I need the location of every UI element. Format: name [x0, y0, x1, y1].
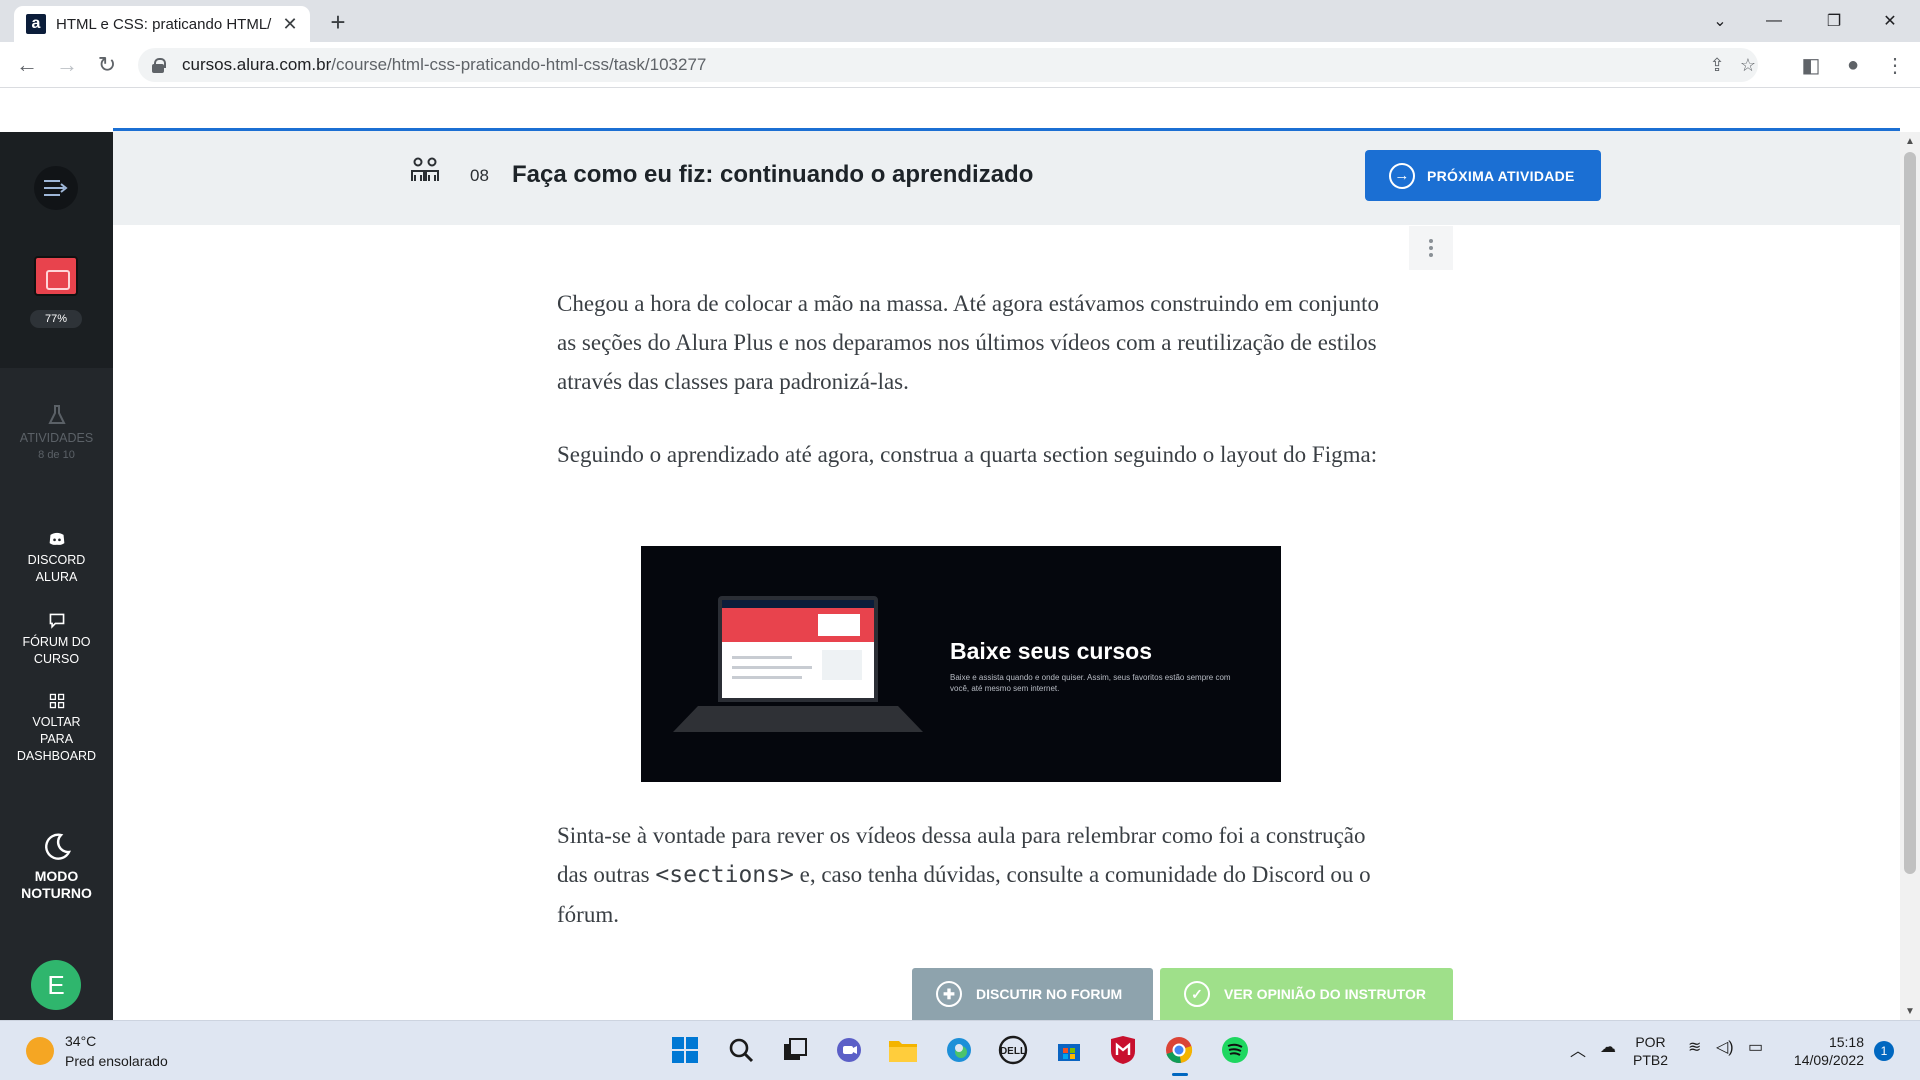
browser-menu-icon[interactable]: ⋮	[1880, 50, 1910, 80]
side-panel-icon[interactable]: ◧	[1796, 50, 1826, 80]
forward-arrow-icon[interactable]: →	[52, 50, 82, 80]
check-circle-icon: ✓	[1184, 981, 1210, 1007]
menu-arrow-icon	[44, 180, 68, 196]
scroll-down-arrow-icon[interactable]: ▼	[1900, 1002, 1920, 1020]
activities-count: 8 de 10	[38, 449, 75, 461]
windows-start-icon[interactable]	[668, 1033, 702, 1067]
tab-title: HTML e CSS: praticando HTML/C	[56, 15, 272, 33]
course-sidebar: 77% ATIVIDADES 8 de 10 DISCORD ALURA FÓR…	[0, 132, 113, 1020]
wifi-icon[interactable]: ≋	[1688, 1037, 1701, 1057]
profile-avatar-icon[interactable]: ●	[1838, 50, 1868, 80]
url-text: cursos.alura.com.br/course/html-css-prat…	[182, 55, 707, 74]
tab-search-chevron-icon[interactable]: ⌄	[1690, 0, 1750, 42]
edge-browser-icon[interactable]	[942, 1033, 976, 1067]
paragraph-closing: Sinta-se à vontade para rever os vídeos …	[557, 823, 1371, 927]
menu-toggle-button[interactable]	[34, 166, 78, 210]
image-subtext: Baixe e assista quando e onde quiser. As…	[950, 673, 1231, 693]
next-activity-label: PRÓXIMA ATIVIDADE	[1427, 167, 1575, 184]
bookmark-star-icon[interactable]: ☆	[1738, 54, 1758, 76]
page-viewport: 77% ATIVIDADES 8 de 10 DISCORD ALURA FÓR…	[0, 88, 1920, 1020]
moon-icon	[44, 833, 71, 860]
night-mode-toggle[interactable]: MODO NOTURNO	[0, 832, 113, 902]
sidebar-item-dashboard[interactable]: VOLTAR PARA DASHBOARD	[0, 692, 113, 765]
image-heading: Baixe seus cursos	[950, 638, 1153, 664]
lifebuoy-icon: ✚	[936, 981, 962, 1007]
alura-favicon-icon: a	[26, 14, 46, 34]
microsoft-store-icon[interactable]	[1052, 1033, 1086, 1067]
browser-tab-active[interactable]: a HTML e CSS: praticando HTML/C ✕	[14, 6, 310, 42]
onedrive-cloud-icon[interactable]: ☁	[1600, 1037, 1616, 1057]
forum-chat-icon	[49, 613, 64, 629]
system-clock[interactable]: 15:18 14/09/2022	[1780, 1033, 1864, 1069]
user-avatar[interactable]: E	[31, 960, 81, 1010]
notification-badge[interactable]: 1	[1874, 1041, 1894, 1061]
sidebar-item-forum[interactable]: FÓRUM DO CURSO	[0, 612, 113, 668]
discuss-forum-button[interactable]: ✚ DISCUTIR NO FORUM	[912, 968, 1153, 1020]
tab-close-icon[interactable]: ✕	[280, 14, 300, 35]
windows-taskbar: 34°C Pred ensolarado DELL ︿ ☁ POR PTB2 ≋…	[0, 1020, 1920, 1080]
search-icon[interactable]	[724, 1033, 758, 1067]
keyboard-language[interactable]: POR PTB2	[1633, 1033, 1668, 1069]
page-title: Faça como eu fiz: continuando o aprendiz…	[512, 161, 1034, 188]
mcafee-icon[interactable]	[1106, 1033, 1140, 1067]
file-explorer-icon[interactable]	[886, 1033, 920, 1067]
laptop-base	[673, 706, 923, 732]
paragraph-instruction: Seguindo o aprendizado até agora, constr…	[557, 442, 1378, 467]
reload-icon[interactable]: ↻	[92, 50, 122, 80]
task-view-icon[interactable]	[778, 1033, 812, 1067]
browser-tab-strip: a HTML e CSS: praticando HTML/C ✕ + ⌄ — …	[0, 0, 1920, 42]
paragraph-intro: Chegou a hora de colocar a mão na massa.…	[557, 291, 1379, 394]
battery-icon[interactable]: ▭	[1748, 1037, 1763, 1057]
chrome-icon[interactable]	[1162, 1033, 1196, 1076]
arrow-right-circle-icon: →	[1389, 162, 1415, 189]
weather-description[interactable]: Pred ensolarado	[65, 1053, 168, 1069]
tray-chevron-up-icon[interactable]: ︿	[1570, 1037, 1586, 1061]
sidebar-top-section: 77%	[0, 132, 113, 368]
sections-code: <sections>	[655, 862, 794, 888]
sun-weather-icon[interactable]	[26, 1037, 54, 1065]
scroll-up-arrow-icon[interactable]: ▲	[1900, 132, 1920, 150]
lesson-header: 08 Faça como eu fiz: continuando o apren…	[113, 131, 1900, 225]
next-activity-button[interactable]: → PRÓXIMA ATIVIDADE	[1365, 150, 1601, 201]
address-bar[interactable]: cursos.alura.com.br/course/html-css-prat…	[138, 48, 1758, 82]
spotify-icon[interactable]	[1218, 1033, 1252, 1067]
activities-label: ATIVIDADES	[19, 431, 94, 445]
minimize-button[interactable]: —	[1744, 0, 1804, 42]
lesson-number: 08	[470, 166, 489, 185]
practice-people-icon	[411, 157, 439, 181]
activity-content: Chegou a hora de colocar a mão na massa.…	[557, 284, 1387, 508]
weather-temperature[interactable]: 34°C	[65, 1033, 96, 1049]
instructor-opinion-button[interactable]: ✓ VER OPINIÃO DO INSTRUTOR	[1160, 968, 1453, 1020]
close-window-button[interactable]: ✕	[1860, 0, 1920, 42]
volume-icon[interactable]: ◁)	[1716, 1037, 1734, 1057]
dell-icon[interactable]: DELL	[996, 1033, 1030, 1067]
share-icon[interactable]: ⇪	[1705, 54, 1729, 76]
new-tab-button[interactable]: +	[322, 6, 354, 38]
restore-button[interactable]: ❐	[1804, 0, 1864, 42]
discord-icon	[49, 532, 64, 545]
dashboard-grid-icon	[49, 693, 64, 709]
sidebar-item-activities[interactable]: ATIVIDADES 8 de 10	[0, 404, 113, 464]
lock-icon[interactable]	[152, 58, 166, 73]
scroll-thumb[interactable]	[1904, 152, 1916, 874]
course-thumbnail[interactable]	[34, 256, 78, 296]
course-progress-badge: 77%	[30, 310, 82, 328]
teams-chat-icon[interactable]	[832, 1033, 866, 1067]
flask-icon	[47, 405, 66, 424]
figma-layout-image: Baixe seus cursos Baixe e assista quando…	[641, 546, 1281, 782]
browser-toolbar: ← → ↻ cursos.alura.com.br/course/html-cs…	[0, 42, 1920, 88]
more-options-button[interactable]	[1409, 226, 1453, 270]
laptop-mockup	[718, 596, 878, 702]
svg-text:DELL: DELL	[1000, 1046, 1026, 1057]
page-scrollbar[interactable]: ▲ ▼	[1900, 132, 1920, 1020]
back-arrow-icon[interactable]: ←	[12, 50, 42, 80]
sidebar-item-discord[interactable]: DISCORD ALURA	[0, 530, 113, 586]
